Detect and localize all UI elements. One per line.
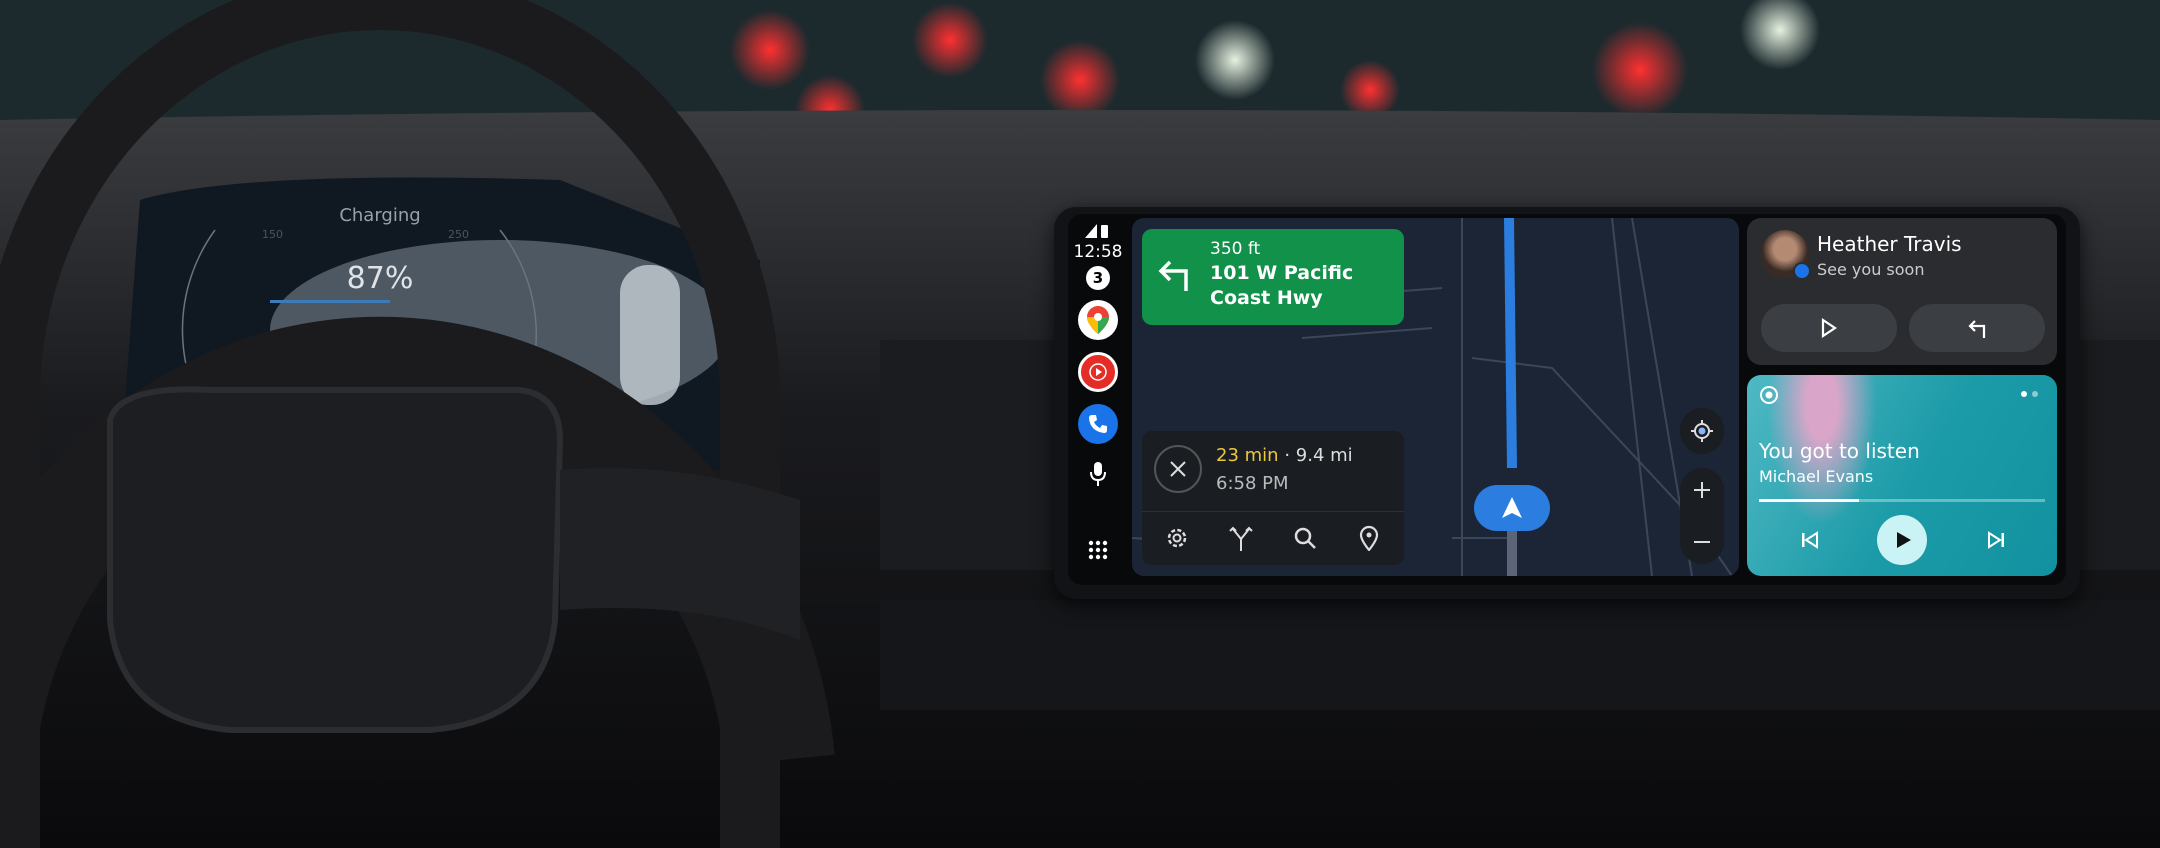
next-track-button[interactable] [1987, 531, 2005, 549]
recenter-button[interactable] [1680, 408, 1724, 454]
play-button[interactable] [1877, 515, 1927, 565]
street-name: 101 W Pacific Coast Hwy [1210, 262, 1354, 309]
settings-icon[interactable] [1164, 525, 1190, 551]
eta-distance: 9.4 mi [1295, 445, 1353, 466]
zoom-controls [1680, 468, 1724, 564]
route-line [1504, 218, 1517, 469]
zoom-in-button[interactable] [1694, 482, 1710, 498]
app-launcher-icon[interactable] [1088, 540, 1108, 560]
microphone-icon[interactable] [1090, 462, 1106, 486]
youtube-music-icon[interactable] [1078, 352, 1118, 392]
trip-card: 23 min · 9.4 mi 6:58 PM [1142, 431, 1404, 565]
turn-distance: 350 ft [1210, 239, 1261, 259]
separator: · [1284, 445, 1291, 466]
charging-status: Charging [339, 205, 421, 226]
notification-badge[interactable]: 3 [1086, 266, 1110, 290]
progress-bar[interactable] [1759, 499, 2045, 502]
clock: 12:58 [1073, 242, 1123, 262]
track-title: You got to listen [1759, 439, 1920, 463]
message-app-icon [1793, 262, 1811, 280]
signal-battery-icon [1085, 224, 1108, 238]
turn-card[interactable]: 350 ft 101 W Pacific Coast Hwy [1142, 229, 1404, 325]
play-message-button[interactable] [1761, 304, 1897, 352]
arrival-time: 6:58 PM [1216, 473, 1289, 494]
scale-label: 150 [262, 228, 283, 241]
previous-track-button[interactable] [1801, 531, 1819, 549]
scale-label: 250 [448, 228, 469, 241]
phone-icon[interactable] [1078, 404, 1118, 444]
instrument-cluster: Charging 87% [300, 205, 460, 305]
message-card: Heather Travis See you soon [1747, 218, 2057, 365]
media-source-icon [1760, 386, 1778, 404]
pin-icon[interactable] [1356, 525, 1382, 551]
current-location-arrow-icon [1474, 485, 1550, 531]
eta-duration: 23 min [1216, 445, 1279, 466]
message-text: See you soon [1817, 260, 1925, 279]
route-options-icon[interactable] [1228, 525, 1254, 551]
sender-name: Heather Travis [1817, 232, 1962, 256]
progress-fill [1759, 499, 1860, 502]
zoom-out-button[interactable] [1694, 534, 1710, 550]
turn-left-icon [1158, 260, 1188, 291]
search-icon[interactable] [1292, 525, 1318, 551]
battery-percent: 87% [346, 261, 414, 296]
track-artist: Michael Evans [1759, 467, 1874, 486]
app-rail: 12:58 3 [1068, 214, 1128, 585]
eta-row: 23 min · 9.4 mi [1216, 445, 1353, 467]
reply-button[interactable] [1909, 304, 2045, 352]
page-indicator [2021, 391, 2038, 397]
media-card: You got to listen Michael Evans [1747, 375, 2057, 576]
maps-icon[interactable] [1078, 300, 1118, 340]
close-navigation-button[interactable] [1154, 445, 1202, 493]
